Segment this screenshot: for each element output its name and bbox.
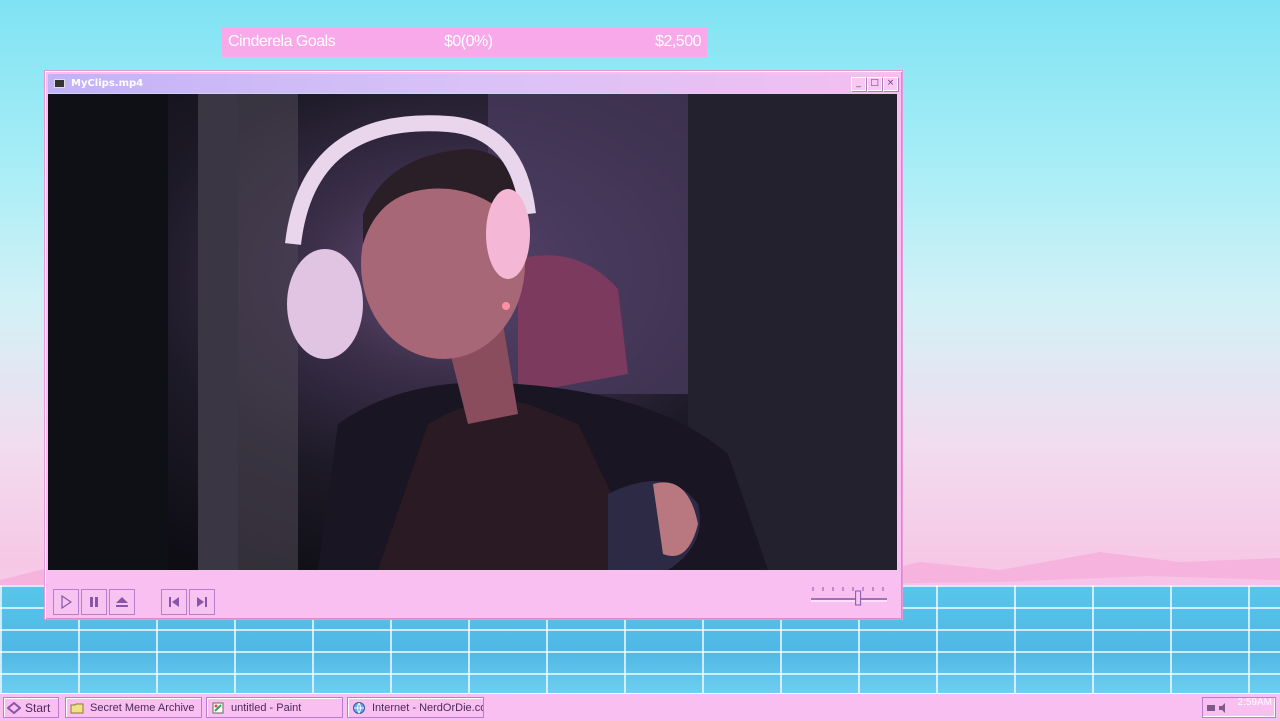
- taskbar-item-label: Secret Meme Archive: [90, 701, 195, 714]
- volume-thumb[interactable]: [855, 590, 862, 606]
- folder-icon: [70, 703, 84, 713]
- internet-icon: [353, 701, 365, 714]
- next-button[interactable]: [189, 589, 215, 615]
- streamer-webcam-image: [48, 94, 897, 570]
- system-tray: 2:59AM: [1202, 697, 1276, 718]
- eject-icon: [116, 597, 128, 607]
- start-logo-icon: [7, 701, 21, 714]
- taskbar-item-paint[interactable]: untitled - Paint: [206, 697, 343, 718]
- goal-name: Cinderela Goals: [228, 33, 336, 50]
- clock: 2:59AM: [1237, 697, 1272, 708]
- video-frame[interactable]: [48, 94, 897, 570]
- taskbar-item-label: untitled - Paint: [231, 701, 302, 714]
- goal-current: $0(0%): [444, 33, 493, 50]
- eject-button[interactable]: [109, 589, 135, 615]
- window-title: MyClips.mp4: [71, 78, 144, 89]
- pause-icon: [90, 597, 98, 607]
- minimize-button[interactable]: _: [851, 77, 866, 91]
- paint-icon: [212, 702, 224, 713]
- volume-track: [811, 587, 887, 606]
- video-file-icon: [54, 79, 65, 88]
- skip-back-icon: [169, 597, 179, 607]
- taskbar: Start Secret Meme Archive untitled - Pai…: [0, 693, 1280, 721]
- goal-bar: Cinderela Goals $0(0%) $2,500: [222, 27, 707, 57]
- start-button[interactable]: Start: [3, 697, 59, 718]
- maximize-button[interactable]: □: [867, 77, 882, 91]
- play-button[interactable]: [53, 589, 79, 615]
- taskbar-item-label: Internet - NerdOrDie.com: [372, 701, 484, 714]
- close-button[interactable]: ×: [883, 77, 898, 91]
- title-bar[interactable]: MyClips.mp4 _ □ ×: [48, 74, 898, 93]
- tray-icons: [1207, 703, 1225, 713]
- media-player-window: MyClips.mp4 _ □ ×: [44, 70, 903, 620]
- pause-button[interactable]: [81, 589, 107, 615]
- goal-target: $2,500: [655, 33, 701, 50]
- taskbar-item-meme-archive[interactable]: Secret Meme Archive: [65, 697, 202, 718]
- skip-forward-icon: [197, 597, 207, 607]
- play-icon: [61, 595, 72, 609]
- taskbar-item-internet[interactable]: Internet - NerdOrDie.com: [347, 697, 484, 718]
- player-controls: [48, 576, 897, 616]
- start-label: Start: [25, 700, 51, 715]
- volume-slider[interactable]: [809, 581, 889, 611]
- previous-button[interactable]: [161, 589, 187, 615]
